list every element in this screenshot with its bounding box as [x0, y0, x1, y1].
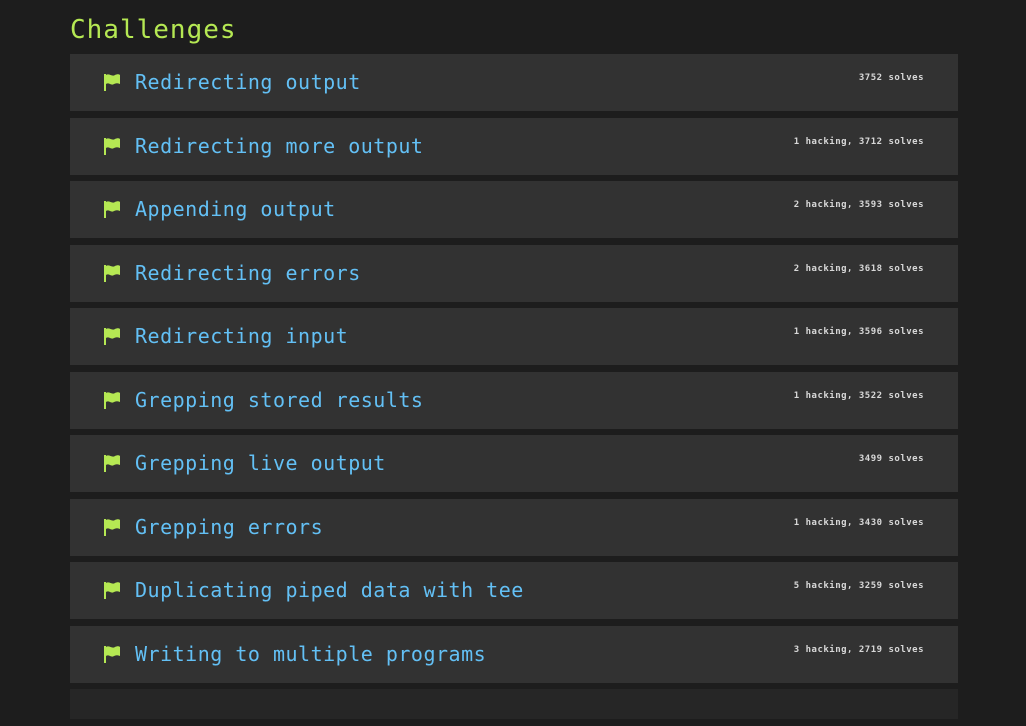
challenge-item[interactable]: Grepping live output 3499 solves	[70, 435, 958, 492]
challenge-list: Redirecting output 3752 solves Redirecting…	[70, 54, 958, 726]
flag-icon	[104, 74, 120, 91]
challenge-stats: 3 hacking, 2719 solves	[793, 644, 924, 655]
flag-icon	[104, 645, 120, 663]
challenge-stats: 5 hacking, 3259 solves	[793, 581, 924, 591]
challenge-item[interactable]: Redirecting input 1 hacking, 3596 solves	[70, 308, 958, 365]
challenge-name[interactable]: Redirecting errors	[135, 261, 361, 285]
challenge-name[interactable]: Grepping stored results	[135, 388, 423, 412]
challenge-name[interactable]: Redirecting more output	[135, 134, 423, 158]
challenge-name[interactable]: Grepping errors	[135, 515, 323, 539]
flag-icon	[104, 455, 120, 472]
flag-icon	[104, 137, 120, 155]
challenge-stats: 1 hacking, 3522 solves	[793, 390, 924, 401]
flag-icon	[104, 201, 120, 218]
challenge-stats: 1 hacking, 3430 solves	[793, 517, 924, 528]
flag-icon	[104, 582, 120, 599]
challenge-item[interactable]: Redirecting output 3752 solves	[70, 54, 958, 111]
challenge-stats: 2 hacking, 3618 solves	[793, 263, 924, 274]
challenge-stats: 3752 solves	[858, 73, 924, 83]
flag-icon	[104, 264, 120, 282]
challenge-item[interactable]: Writing to multiple programs 3 hacking, 2…	[70, 625, 958, 683]
challenge-name[interactable]: Writing to multiple programs	[135, 642, 486, 666]
flag-icon	[104, 391, 120, 409]
flag-icon	[104, 518, 120, 536]
challenge-item[interactable]: Grepping errors 1 hacking, 3430 solves	[70, 498, 958, 556]
challenge-item[interactable]: Appending output 2 hacking, 3593 solves	[70, 181, 958, 238]
challenge-stats: 1 hacking, 3712 solves	[793, 136, 924, 147]
challenge-stats: 3499 solves	[858, 454, 924, 464]
challenge-name[interactable]: Grepping live output	[135, 451, 386, 475]
challenge-item-partial	[70, 689, 958, 719]
challenge-name[interactable]: Appending output	[135, 197, 336, 221]
challenge-stats: 1 hacking, 3596 solves	[793, 327, 924, 337]
challenge-item[interactable]: Redirecting more output 1 hacking, 3712 s…	[70, 117, 958, 175]
challenge-stats: 2 hacking, 3593 solves	[793, 200, 924, 210]
challenge-item[interactable]: Redirecting errors 2 hacking, 3618 solves	[70, 244, 958, 302]
challenge-name[interactable]: Redirecting input	[135, 324, 348, 348]
challenge-name[interactable]: Duplicating piped data with tee	[135, 578, 524, 602]
page-title: Challenges	[70, 15, 237, 45]
flag-icon	[104, 328, 120, 345]
challenge-name[interactable]: Redirecting output	[135, 70, 361, 94]
challenge-item[interactable]: Duplicating piped data with tee 5 hacking…	[70, 562, 958, 619]
challenge-item[interactable]: Grepping stored results 1 hacking, 3522 s…	[70, 371, 958, 429]
